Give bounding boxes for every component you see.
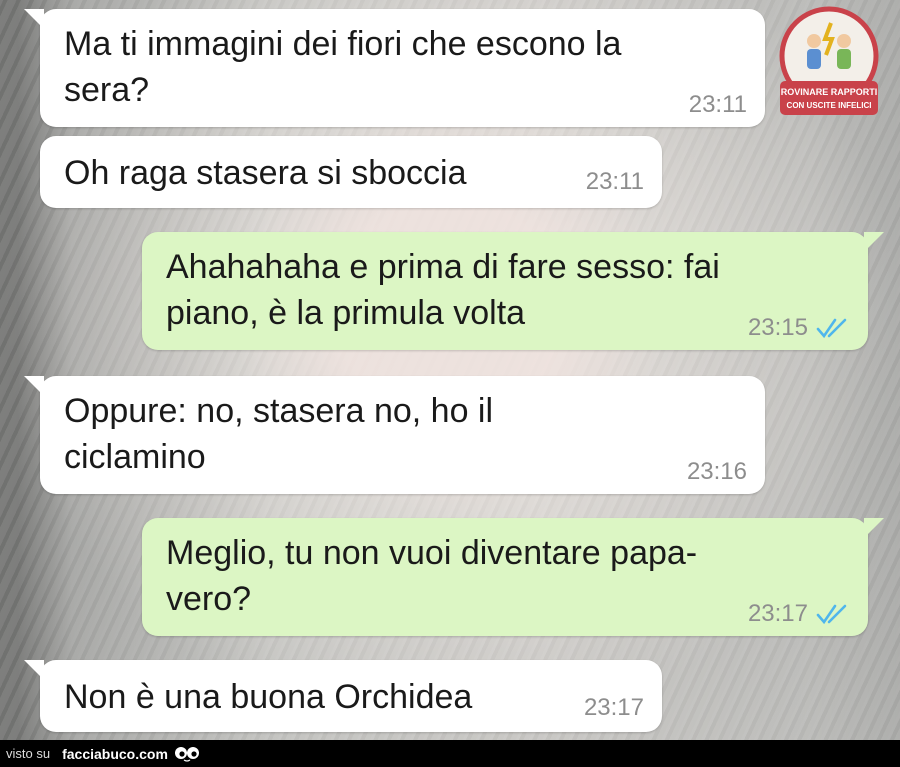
message-bubble-incoming[interactable]: Ma ti immagini dei fiori che escono la s…	[24, 9, 765, 127]
message-text: Meglio, tu non vuoi diventare papa- vero…	[166, 534, 698, 618]
message-time-row: 23:17	[748, 600, 848, 628]
footer-visto-label: visto su	[6, 746, 51, 761]
message-bubble-incoming[interactable]: Oh raga stasera si sboccia 23:11	[40, 136, 662, 208]
watermark-text: CON USCITE INFELICI	[787, 101, 872, 110]
message-time: 23:17	[583, 694, 644, 721]
message-text: Oh raga stasera si sboccia	[64, 154, 467, 192]
message-time-row: 23:16	[687, 458, 747, 486]
message-time: 23:15	[747, 314, 808, 341]
message-text: Ma ti immagini dei fiori che escono la s…	[64, 25, 622, 109]
eyes-icon	[174, 746, 199, 762]
double-check-icon	[816, 604, 847, 625]
message-bubble-incoming[interactable]: Non è una buona Orchidea 23:17	[24, 660, 662, 732]
watermark-logo: ROVINARE RAPPORTI CON USCITE INFELICI	[779, 6, 879, 115]
message-time: 23:16	[686, 458, 747, 485]
message-text: Non è una buona Orchidea	[64, 678, 473, 716]
message-time-row: 23:11	[586, 168, 644, 196]
message-text: Ahahahaha e prima di fare sesso: fai pia…	[166, 248, 720, 332]
message-time: 23:11	[585, 168, 644, 195]
message-time-row: 23:15	[748, 314, 848, 342]
double-check-icon	[816, 318, 847, 339]
message-bubble-incoming[interactable]: Oppure: no, stasera no, ho il ciclamino …	[24, 376, 765, 494]
message-time-row: 23:11	[689, 91, 747, 119]
message-time: 23:17	[747, 600, 808, 627]
message-text: Oppure: no, stasera no, ho il ciclamino	[64, 392, 494, 476]
message-bubble-outgoing[interactable]: Ahahahaha e prima di fare sesso: fai pia…	[142, 232, 884, 350]
message-bubble-outgoing[interactable]: Meglio, tu non vuoi diventare papa- vero…	[142, 518, 884, 636]
footer-site-link[interactable]: facciabuco.com	[62, 746, 168, 762]
message-time: 23:11	[688, 91, 747, 118]
footer-bar: visto su facciabuco.com	[0, 740, 900, 767]
watermark-text: ROVINARE RAPPORTI	[781, 87, 878, 97]
message-time-row: 23:17	[584, 694, 644, 722]
